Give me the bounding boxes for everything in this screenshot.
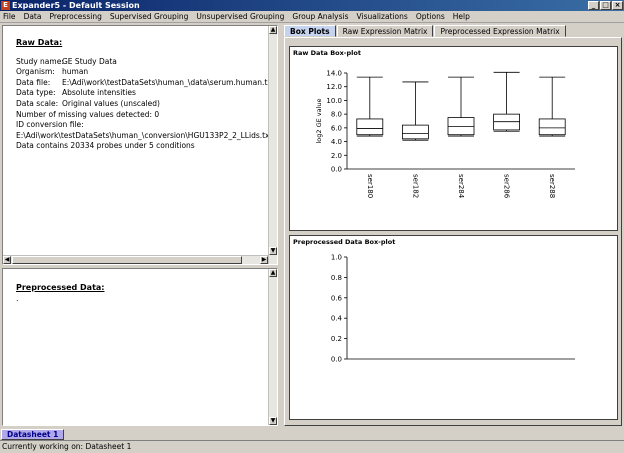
id-conversion-path: E:\Adi\work\testDataSets\human_\conversi… (16, 130, 273, 140)
tab-box-plots[interactable]: Box Plots (284, 25, 336, 37)
preprocessed-data-title: Preprocessed Data: (16, 283, 105, 292)
tab-preprocessed-expression-matrix[interactable]: Preprocessed Expression Matrix (434, 25, 566, 37)
y-tick-label: 2.0 (331, 152, 342, 160)
box (402, 124, 429, 140)
menu-help[interactable]: Help (453, 12, 470, 21)
info-row: Data file: E:\Adi\work\testDataSets\human… (16, 77, 275, 87)
info-row: Data type: Absolute intensities (16, 88, 136, 98)
y-tick-label: 0.8 (331, 274, 342, 282)
menu-visualizations[interactable]: Visualizations (357, 12, 408, 21)
y-tick-label: 14.0 (326, 70, 342, 78)
app-icon: E (1, 1, 10, 10)
x-tick-label: ser284 (457, 174, 465, 199)
box-plots-area: Raw Data Box-plot 0.0 2.0 4.0 6.0 8.0 10.0 12.… (284, 37, 622, 426)
id-conversion-label: ID conversion file: (16, 120, 84, 130)
tab-datasheet-1[interactable]: Datasheet 1 (1, 429, 65, 440)
menu-data[interactable]: Data (24, 12, 42, 21)
menu-options[interactable]: Options (416, 12, 445, 21)
window-title: Expander5 - Default Session (12, 1, 140, 10)
y-tick-label: 0.0 (331, 166, 342, 174)
y-tick-label: 0.0 (331, 356, 342, 364)
y-tick-label: 8.0 (331, 111, 342, 119)
raw-data-pane: Raw Data: Study name:GE Study Data Organ… (2, 25, 278, 265)
raw-data-vscroll[interactable]: ▲ ▼ (268, 26, 277, 264)
info-row: Organism: human (16, 67, 89, 77)
menu-preprocessing[interactable]: Preprocessing (49, 12, 101, 21)
box (356, 118, 384, 136)
menu-bar: File Data Preprocessing Supervised Group… (0, 11, 624, 23)
info-row: Study name:GE Study Data (16, 56, 117, 66)
y-tick-label: 0.6 (331, 294, 343, 302)
scroll-left-icon[interactable]: ◀ (3, 256, 11, 264)
y-tick-label: 1.0 (331, 254, 342, 262)
preprocessed-data-pane: Preprocessed Data: . ▲ ▼ (2, 268, 278, 426)
scroll-down-icon[interactable]: ▼ (269, 247, 277, 255)
menu-supervised-grouping[interactable]: Supervised Grouping (110, 12, 189, 21)
raw-boxplot-panel: Raw Data Box-plot 0.0 2.0 4.0 6.0 8.0 10.0 12.… (289, 46, 618, 231)
raw-data-title: Raw Data: (16, 38, 63, 47)
y-tick-label: 0.2 (331, 335, 342, 343)
minimize-button[interactable]: _ (588, 1, 599, 10)
tab-raw-expression-matrix[interactable]: Raw Expression Matrix (336, 25, 434, 37)
x-tick-label: ser286 (503, 174, 511, 199)
info-row: Data scale: Original values (unscaled) (16, 98, 160, 108)
status-bar: Currently working on: Datasheet 1 (0, 440, 624, 453)
view-tabs: Box Plots Raw Expression Matrix Preproce… (284, 25, 567, 37)
data-summary: Data contains 20334 probes under 5 condi… (16, 141, 195, 151)
y-tick-label: 6.0 (331, 124, 342, 132)
preprocessed-boxplot-panel: Preprocessed Data Box-plot 0.0 0.2 0.4 0.6 0… (289, 235, 618, 420)
x-tick-label: ser180 (366, 174, 374, 198)
scroll-up-icon[interactable]: ▲ (269, 269, 277, 277)
x-tick-label: ser182 (411, 174, 419, 198)
menu-unsupervised-grouping[interactable]: Unsupervised Grouping (196, 12, 284, 21)
scroll-up-icon[interactable]: ▲ (269, 26, 277, 34)
y-tick-label: 4.0 (331, 138, 342, 146)
y-tick-label: 12.0 (326, 83, 342, 91)
y-tick-label: 10.0 (326, 97, 342, 105)
scroll-right-icon[interactable]: ▶ (260, 256, 268, 264)
y-axis-label: log2 GE value (315, 98, 323, 143)
preprocessed-data-value: . (16, 293, 19, 303)
y-tick-label: 0.4 (331, 315, 343, 323)
preprocessed-boxplot-chart: 0.0 0.2 0.4 0.6 0.8 1.0 (331, 254, 575, 364)
hscroll-thumb[interactable] (12, 256, 242, 264)
preprocessed-vscroll[interactable]: ▲ ▼ (268, 269, 277, 425)
close-button[interactable]: × (612, 1, 623, 10)
scroll-down-icon[interactable]: ▼ (269, 417, 277, 425)
missing-values-text: Number of missing values detected: 0 (16, 109, 160, 119)
maximize-button[interactable]: □ (600, 1, 611, 10)
menu-file[interactable]: File (3, 12, 16, 21)
raw-boxplot-chart: 0.0 2.0 4.0 6.0 8.0 10.0 12.0 14.0 log2 GE value… (315, 70, 575, 199)
box (538, 118, 566, 136)
menu-group-analysis[interactable]: Group Analysis (292, 12, 348, 21)
raw-data-hscroll[interactable]: ◀ ▶ (3, 255, 268, 264)
x-tick-label: ser288 (548, 174, 556, 198)
title-bar: E Expander5 - Default Session _ □ × (0, 0, 624, 11)
